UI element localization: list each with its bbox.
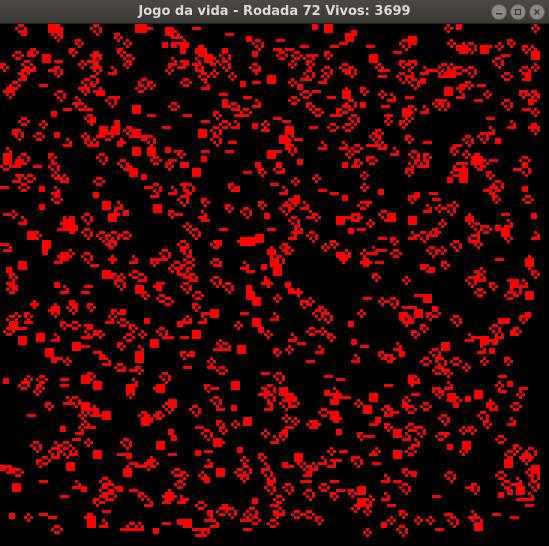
maximize-button[interactable]	[510, 4, 526, 20]
maximize-icon	[514, 8, 522, 16]
minimize-button[interactable]	[491, 4, 507, 20]
window-titlebar[interactable]: Jogo da vida - Rodada 72 Vivos: 3699	[0, 0, 549, 24]
window-title: Jogo da vida - Rodada 72 Vivos: 3699	[138, 4, 411, 19]
window-controls	[491, 4, 545, 20]
close-button[interactable]	[529, 4, 545, 20]
cell-grid	[0, 24, 540, 537]
minimize-icon	[496, 13, 502, 15]
game-board[interactable]	[0, 24, 549, 546]
close-icon	[534, 9, 540, 15]
